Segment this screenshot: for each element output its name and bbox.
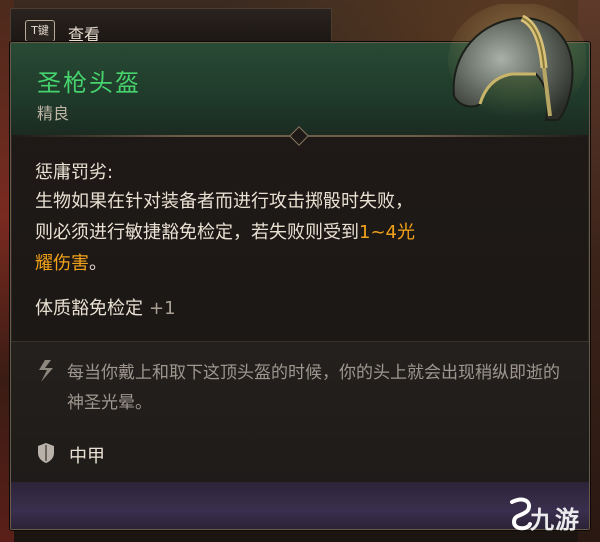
ability-desc-text: 生物如果在针对装备者而进行攻击掷骰时失败，则必须进行敏捷豁免检定，若失败则受到 bbox=[35, 191, 413, 243]
helmet-icon bbox=[448, 4, 586, 121]
item-name: 圣枪头盔 bbox=[37, 69, 141, 97]
flavor-text: 每当你戴上和取下这顶头盔的时候，你的头上就会出现稍纵即逝的神圣光晕。 bbox=[67, 363, 560, 413]
hotkey-bar: T键 查看 bbox=[10, 8, 332, 44]
item-rarity: 精良 bbox=[37, 104, 70, 123]
shield-icon bbox=[38, 443, 54, 463]
ability-description: 生物如果在针对装备者而进行攻击掷骰时失败，则必须进行敏捷豁免检定，若失败则受到1… bbox=[35, 186, 415, 279]
save-bonus-line: 体质豁免检定 +1 bbox=[35, 293, 176, 324]
save-bonus-value: +1 bbox=[149, 298, 176, 319]
hotkey-badge[interactable]: T键 bbox=[25, 20, 55, 42]
ability-desc-end: 。 bbox=[89, 253, 107, 274]
quote-icon bbox=[39, 360, 53, 382]
ability-title: 惩庸罚劣: bbox=[35, 162, 114, 183]
save-bonus-label: 体质豁免检定 bbox=[35, 298, 143, 319]
armor-type: 中甲 bbox=[69, 446, 105, 467]
watermark-text: 九游 bbox=[530, 506, 580, 534]
